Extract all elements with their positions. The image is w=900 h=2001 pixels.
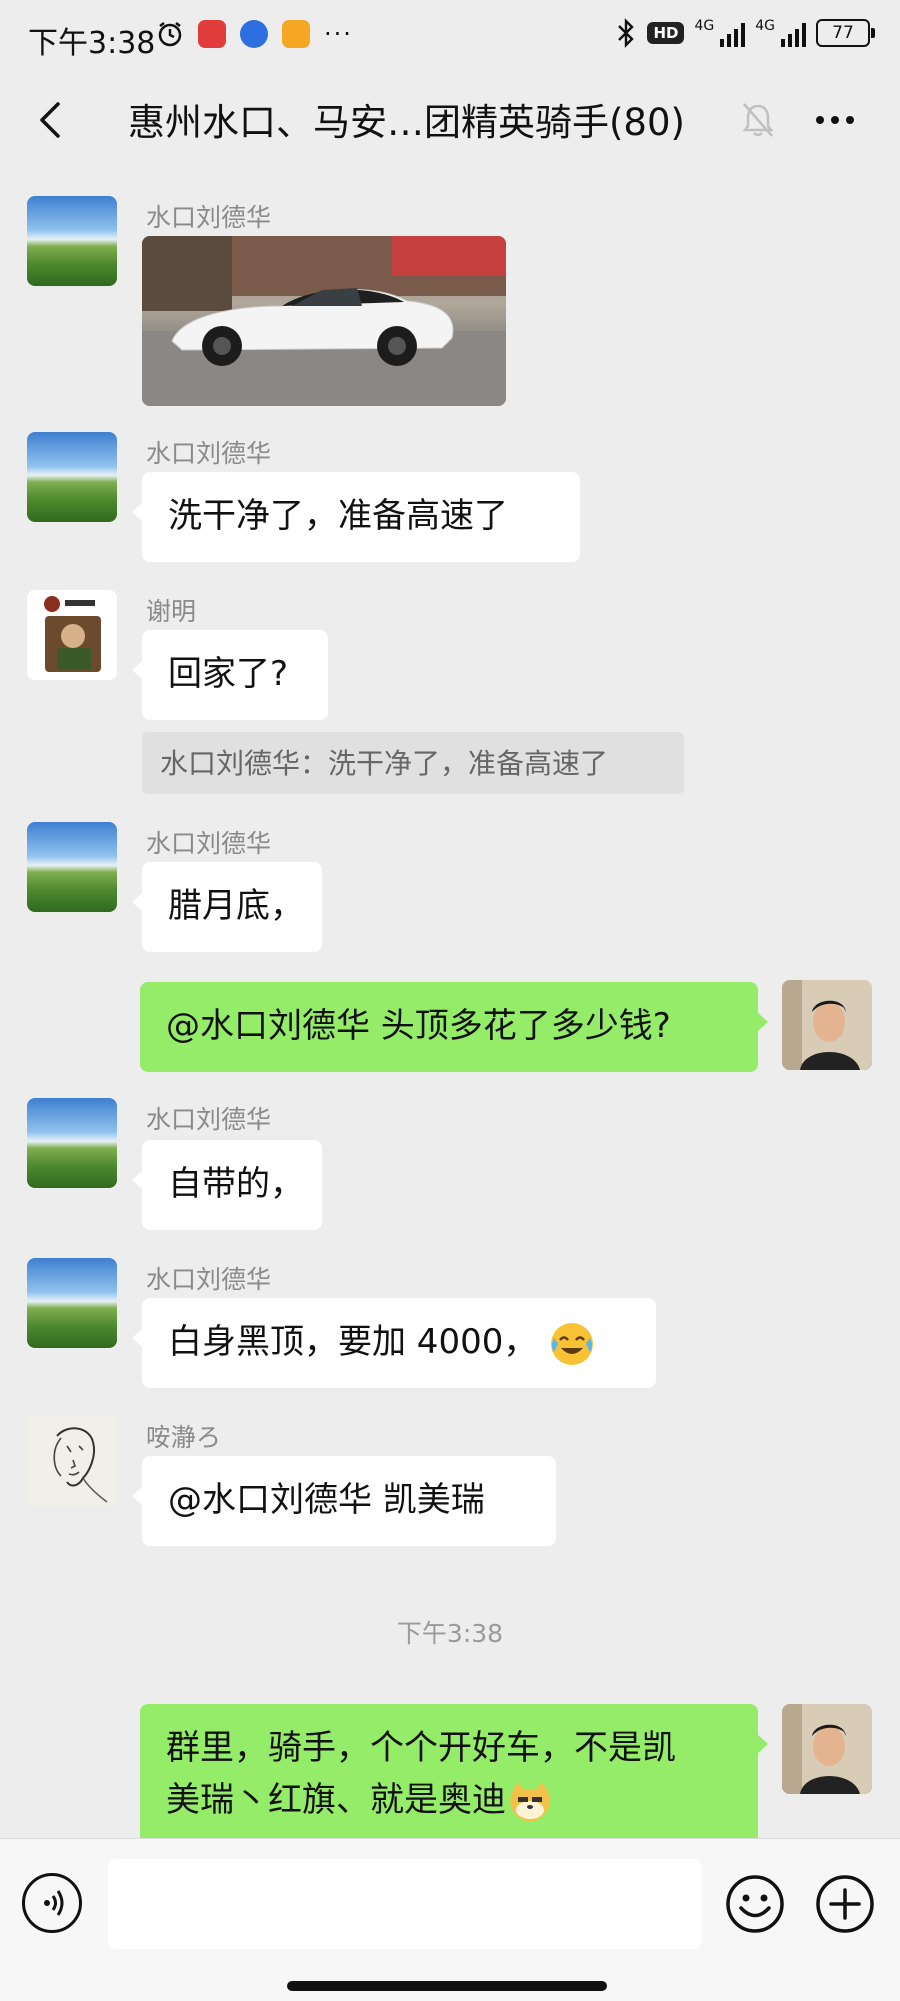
- plus-icon[interactable]: [814, 1873, 876, 1935]
- message-bubble[interactable]: 群里，骑手，个个开好车，不是凯 美瑞丶红旗、就是奥迪: [140, 1704, 768, 1854]
- message-text: @水口刘德华 凯美瑞: [168, 1480, 485, 1520]
- voice-icon[interactable]: [22, 1873, 82, 1933]
- car-photo[interactable]: [142, 236, 506, 406]
- message-text: @水口刘德华 头顶多花了多少钱?: [166, 1006, 671, 1046]
- avatar[interactable]: [27, 1098, 117, 1188]
- back-arrow-icon[interactable]: [30, 98, 74, 142]
- avatar[interactable]: [27, 432, 117, 522]
- notification-icons: ···: [156, 20, 353, 48]
- message-bubble[interactable]: @水口刘德华 凯美瑞: [132, 1456, 556, 1546]
- bluetooth-icon: [618, 18, 635, 48]
- more-notifications-icon: ···: [324, 20, 353, 48]
- message-app-icon: [282, 20, 310, 48]
- message-text-line-2-text: 美瑞丶红旗、就是奥迪: [166, 1780, 506, 1820]
- input-bar: [0, 1838, 900, 2001]
- system-icons: HD 4G 4G 77: [615, 18, 875, 48]
- message-bubble[interactable]: 腊月底，: [132, 862, 322, 952]
- more-icon[interactable]: [812, 100, 858, 140]
- game-avatar-image: [27, 590, 117, 680]
- message-text: 自带的，: [168, 1164, 304, 1204]
- sender-name: 水口刘德华: [146, 203, 272, 232]
- signal-icon: [720, 19, 746, 47]
- network-label-2: 4G: [755, 18, 775, 34]
- doge-emoji-icon: [510, 1781, 550, 1822]
- avatar[interactable]: [27, 1416, 117, 1506]
- message-text: 回家了?: [168, 654, 289, 694]
- message-text: 腊月底，: [168, 886, 304, 926]
- message-text: 白身黑顶，要加 4000，: [168, 1322, 538, 1362]
- avatar[interactable]: [27, 196, 117, 286]
- chat-title: 惠州水口、马安…团精英骑手(80): [128, 101, 685, 144]
- message-bubble[interactable]: @水口刘德华 头顶多花了多少钱?: [140, 982, 768, 1072]
- my-avatar-image: [782, 1704, 872, 1794]
- quoted-message[interactable]: 水口刘德华：洗干净了，准备高速了: [142, 732, 684, 794]
- status-time: 下午3:38: [28, 26, 156, 61]
- avatar[interactable]: [27, 1258, 117, 1348]
- my-avatar-image: [782, 980, 872, 1070]
- app-notification-icon: [198, 20, 226, 48]
- sender-name: 咹瀞ろ: [146, 1423, 222, 1452]
- signal-icon-2: [781, 19, 806, 47]
- message-bubble[interactable]: 自带的，: [132, 1140, 322, 1230]
- message-bubble[interactable]: 回家了?: [132, 630, 328, 720]
- message-bubble[interactable]: 洗干净了，准备高速了: [132, 472, 580, 562]
- message-text-line-2: 美瑞丶红旗、就是奥迪: [166, 1774, 732, 1826]
- message-text: 洗干净了，准备高速了: [168, 496, 508, 536]
- baidu-icon: [240, 20, 268, 48]
- my-avatar[interactable]: [782, 1704, 872, 1794]
- avatar[interactable]: [27, 822, 117, 912]
- sketch-avatar-image: [27, 1416, 117, 1506]
- quoted-text: 水口刘德华：洗干净了，准备高速了: [160, 747, 609, 780]
- emoji-icon[interactable]: [724, 1873, 786, 1935]
- sender-name: 谢明: [146, 597, 197, 626]
- message-timestamp: 下午3:38: [396, 1619, 504, 1648]
- network-label: 4G: [694, 18, 715, 34]
- muted-bell-icon: [742, 103, 774, 137]
- my-avatar[interactable]: [782, 980, 872, 1070]
- avatar[interactable]: [27, 590, 117, 680]
- message-text-line-1: 群里，骑手，个个开好车，不是凯: [166, 1728, 676, 1768]
- hd-badge: HD: [647, 22, 685, 44]
- status-bar: 下午3:38 ··· HD 4G 4G 77: [0, 0, 900, 76]
- battery-icon: 77: [816, 19, 875, 47]
- sender-name: 水口刘德华: [146, 1265, 272, 1294]
- message-input[interactable]: [108, 1859, 702, 1949]
- car-image: [142, 236, 506, 406]
- home-indicator: [287, 1981, 607, 1991]
- chat-header: 惠州水口、马安…团精英骑手(80): [0, 76, 900, 166]
- alarm-icon: [158, 22, 182, 47]
- message-bubble[interactable]: 白身黑顶，要加 4000，: [132, 1298, 656, 1388]
- sender-name: 水口刘德华: [146, 1105, 272, 1134]
- sender-name: 水口刘德华: [146, 439, 272, 468]
- voice-waves-icon: [44, 1890, 64, 1916]
- sender-name: 水口刘德华: [146, 829, 272, 858]
- crying-laughing-emoji-icon: [551, 1322, 594, 1365]
